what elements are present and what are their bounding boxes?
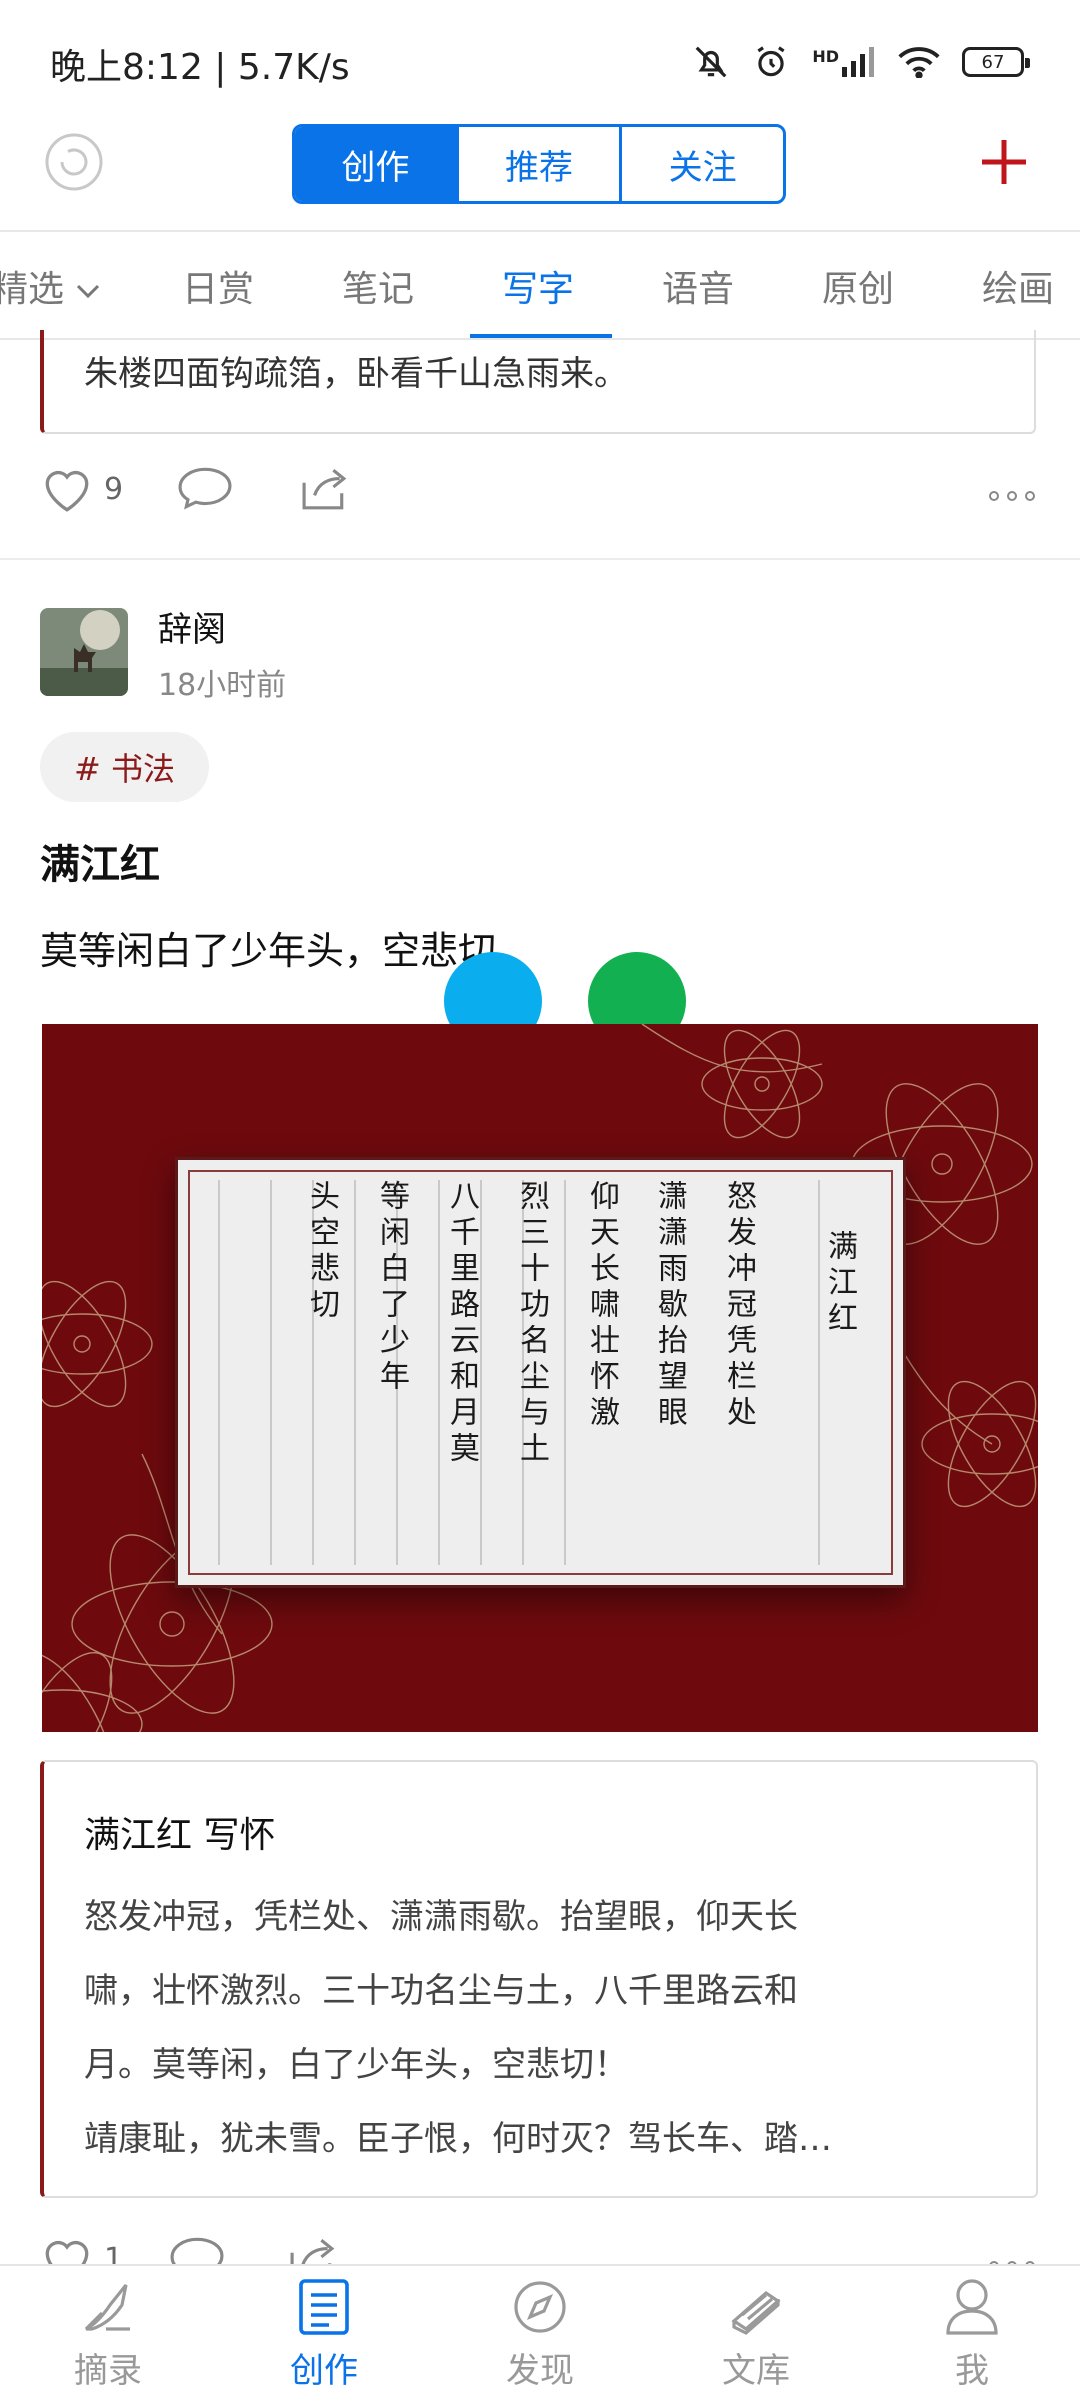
books-icon — [731, 2290, 781, 2335]
status-bar: 晚上8:12 | 5.7K/s HD 67 — [0, 0, 1080, 120]
poem-body: 怒发冲冠，凭栏处、潇潇雨歇。抬望眼，仰天长 啸，壮怀激烈。三十功名尘与土，八千里… — [84, 1880, 984, 2176]
author-name[interactable]: 辞阕 — [158, 602, 226, 651]
chevron-down-icon — [77, 284, 100, 299]
prev-quote-text: 朱楼四面钩疏箔，卧看千山急雨来。 — [84, 354, 628, 394]
nav-me[interactable]: 我 — [864, 2266, 1080, 2402]
cat-original[interactable]: 原创 — [822, 260, 894, 312]
status-time: 晚上8:12 | 5.7K/s — [50, 47, 350, 88]
top-header: 创作 推荐 关注 — [0, 120, 1080, 232]
calligraphy-col-4: 仰天长啸壮怀激 — [584, 1180, 619, 1432]
poem-line: 怒发冲冠，凭栏处、潇潇雨歇。抬望眼，仰天长 — [84, 1897, 798, 1937]
status-icons: HD 67 — [692, 40, 1030, 84]
cat-daily[interactable]: 日赏 — [182, 260, 254, 312]
compass-icon — [514, 2280, 566, 2333]
calligraphy-paper: 满江红 怒发冲冠凭栏处 潇潇雨歇抬望眼 仰天长啸壮怀激 烈三十功名尘与土 八千里… — [175, 1157, 906, 1588]
refresh-icon[interactable] — [44, 132, 104, 192]
post-title: 满江红 — [40, 842, 160, 888]
tab-create[interactable]: 创作 — [295, 127, 456, 201]
calligraphy-col-5: 烈三十功名尘与土 — [514, 1180, 549, 1468]
calligraphy-col-8: 头空悲切 — [304, 1180, 339, 1324]
calligraphy-col-1: 满江红 — [822, 1230, 857, 1338]
avatar[interactable] — [40, 608, 128, 696]
like-count: 9 — [104, 471, 124, 507]
poem-title: 满江红 写怀 — [84, 1815, 276, 1856]
alarm-icon — [757, 46, 785, 77]
battery-level: 67 — [981, 51, 1005, 73]
calligraphy-image[interactable]: 满江红 怒发冲冠凭栏处 潇潇雨歇抬望眼 仰天长啸壮怀激 烈三十功名尘与土 八千里… — [42, 1024, 1038, 1732]
calligraphy-col-6: 八千里路云和月莫 — [444, 1180, 479, 1468]
quill-icon — [84, 2283, 130, 2331]
cat-writing[interactable]: 写字 — [502, 260, 574, 312]
tab-recommend[interactable]: 推荐 — [455, 127, 620, 201]
topic-tag[interactable]: # 书法 — [40, 732, 209, 802]
prev-quote-box[interactable]: 朱楼四面钩疏箔，卧看千山急雨来。 — [40, 330, 1036, 434]
signal-icon: HD — [812, 47, 876, 77]
post-time: 18小时前 — [158, 668, 287, 703]
poem-line: 靖康耻，犹未雪。臣子恨，何时灭？驾长车、踏… — [84, 2119, 832, 2159]
network-type: HD — [812, 47, 839, 66]
post-divider — [0, 558, 1080, 560]
add-icon[interactable] — [980, 138, 1028, 186]
calligraphy-col-3: 潇潇雨歇抬望眼 — [652, 1180, 687, 1432]
category-tabs: 精选 日赏 笔记 写字 语音 原创 绘画 — [0, 230, 1080, 340]
calligraphy-col-2: 怒发冲冠凭栏处 — [721, 1180, 756, 1432]
document-icon — [299, 2278, 349, 2335]
cat-painting[interactable]: 绘画 — [982, 260, 1054, 312]
person-icon — [946, 2278, 998, 2335]
mute-bell-icon — [695, 46, 727, 78]
nav-library[interactable]: 文库 — [648, 2266, 864, 2402]
more-icon[interactable] — [988, 490, 1036, 502]
heart-icon — [45, 470, 89, 512]
share-icon[interactable] — [302, 466, 348, 510]
cat-featured[interactable]: 精选 — [0, 260, 101, 312]
mode-tabs: 创作 推荐 关注 — [292, 124, 786, 204]
tab-follow[interactable]: 关注 — [619, 127, 783, 201]
cat-voice[interactable]: 语音 — [662, 260, 734, 312]
poem-quote-box[interactable]: 满江红 写怀 怒发冲冠，凭栏处、潇潇雨歇。抬望眼，仰天长 啸，壮怀激烈。三十功名… — [40, 1760, 1038, 2198]
nav-discover[interactable]: 发现 — [432, 2266, 648, 2402]
battery-icon: 67 — [962, 47, 1030, 77]
poem-line: 啸，壮怀激烈。三十功名尘与土，八千里路云和 — [84, 1971, 798, 2011]
wifi-icon — [898, 47, 940, 78]
prev-action-bar: 9 — [40, 466, 1040, 526]
nav-excerpt[interactable]: 摘录 — [0, 2266, 216, 2402]
nav-create[interactable]: 创作 — [216, 2266, 432, 2402]
cat-notes[interactable]: 笔记 — [342, 260, 414, 312]
bottom-nav: 摘录 创作 发现 文库 我 — [0, 2264, 1080, 2402]
poem-line: 月。莫等闲，白了少年头，空悲切！ — [84, 2045, 628, 2085]
like-button[interactable]: 9 — [40, 466, 123, 512]
calligraphy-col-7: 等闲白了少年 — [374, 1180, 409, 1396]
comment-icon[interactable] — [178, 466, 232, 510]
